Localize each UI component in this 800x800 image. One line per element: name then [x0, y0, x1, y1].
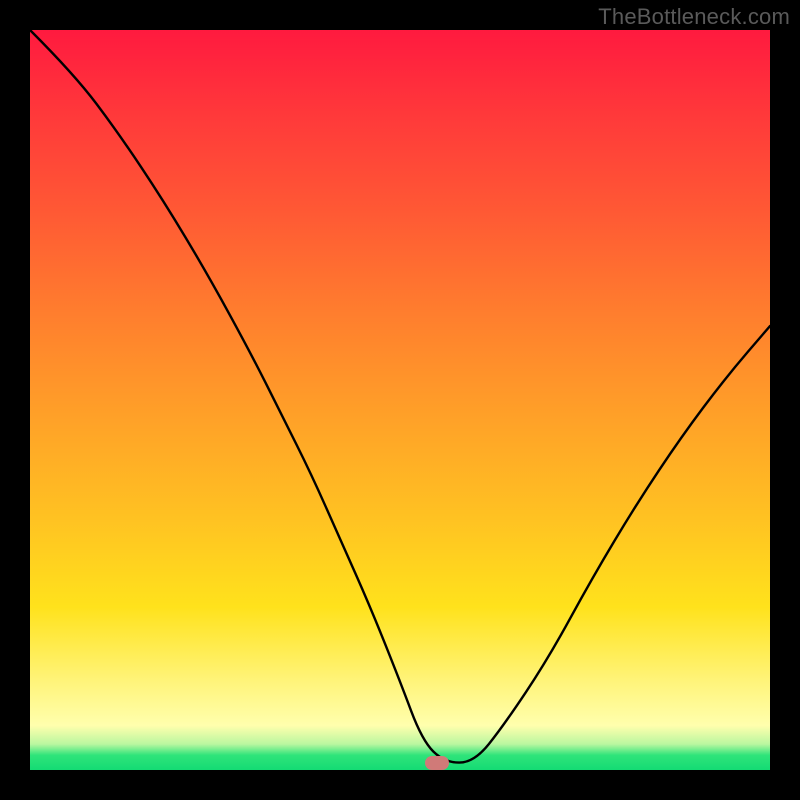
bottleneck-curve [30, 30, 770, 770]
plot-area [30, 30, 770, 770]
optimal-point-marker [425, 756, 449, 770]
chart-frame: TheBottleneck.com [0, 0, 800, 800]
watermark-text: TheBottleneck.com [598, 4, 790, 30]
